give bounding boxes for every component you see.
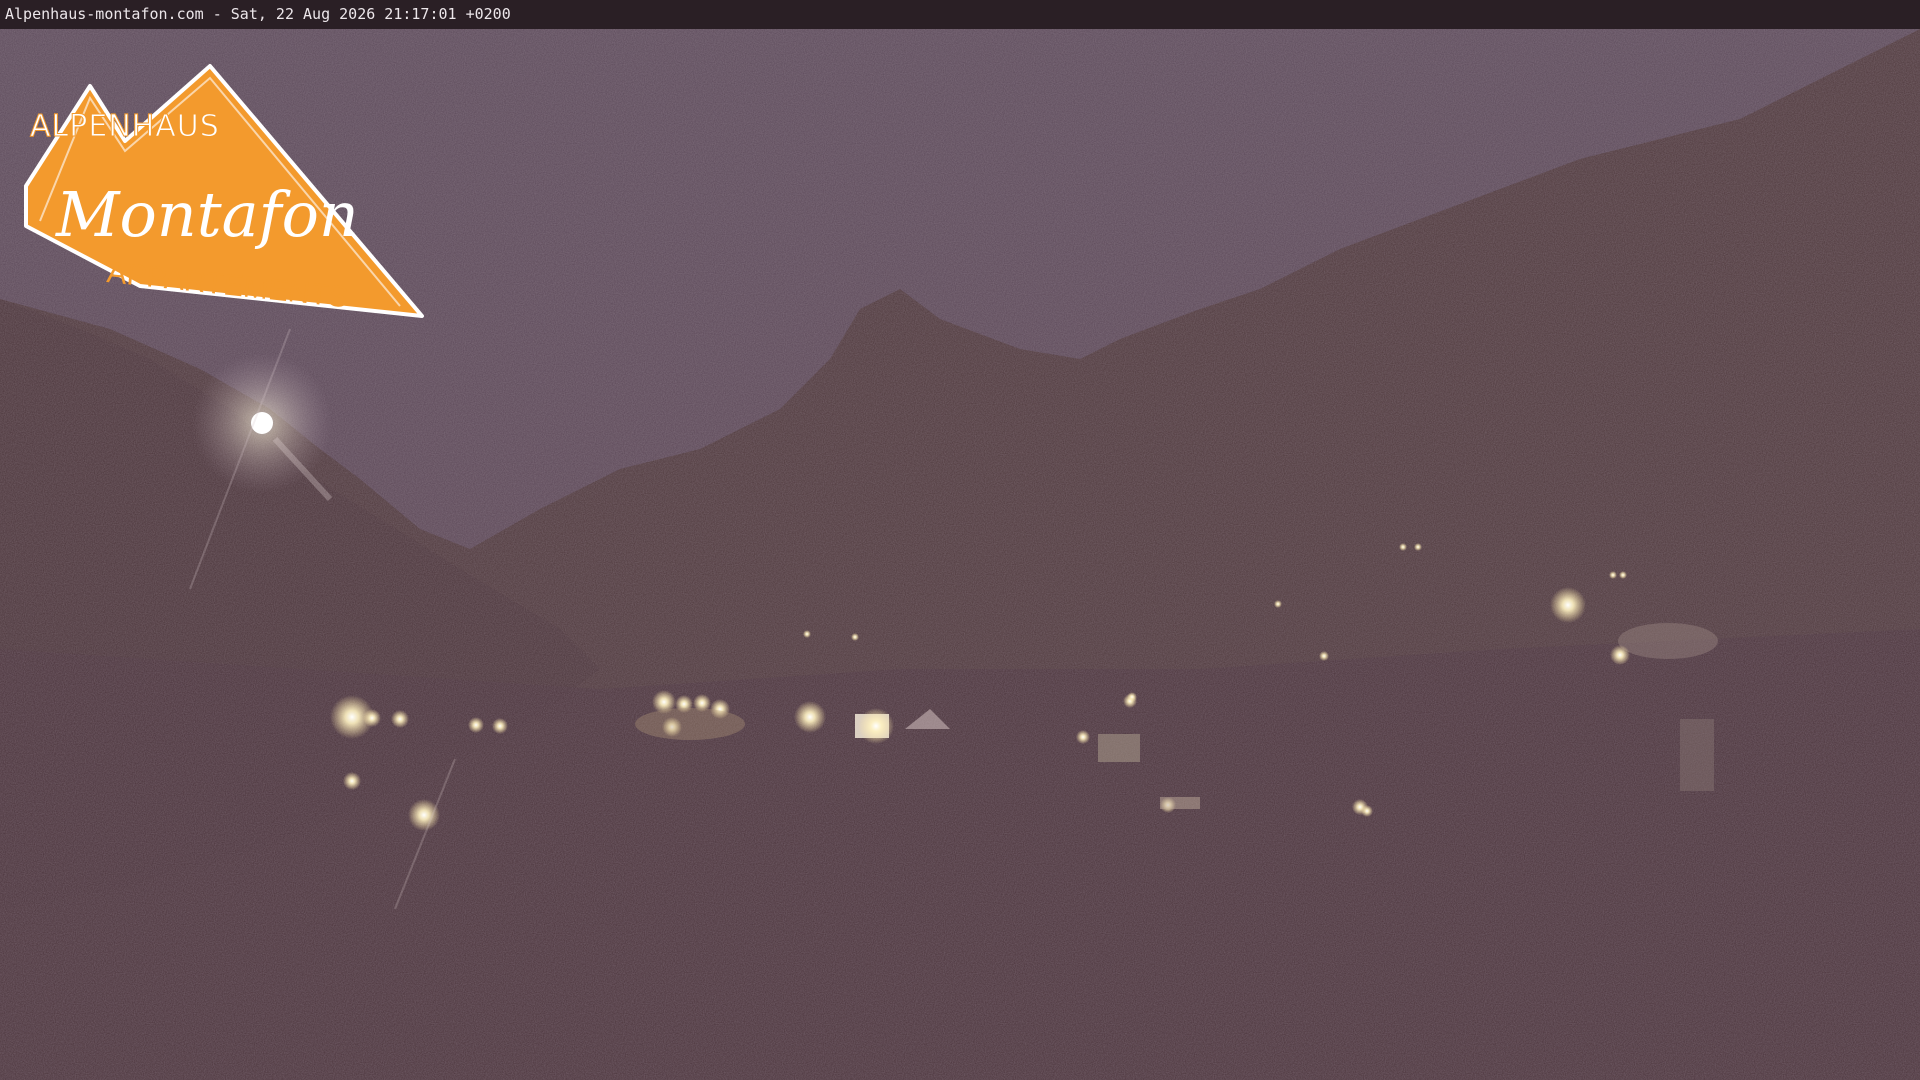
street-light [858, 708, 894, 744]
lit-building [1160, 797, 1200, 809]
lit-building [1098, 734, 1140, 762]
street-light [391, 710, 409, 728]
alpenhaus-montafon-logo: ALPENHAUS Montafon APPARTEMENTS [24, 64, 424, 318]
street-light [1414, 543, 1422, 551]
lit-area [1618, 623, 1718, 659]
street-light [363, 709, 381, 727]
logo-line1: ALPENHAUS [30, 109, 220, 144]
street-light [1274, 600, 1282, 608]
logo-line2: Montafon [55, 178, 359, 251]
street-light [468, 717, 484, 733]
lit-road-glow [635, 708, 745, 740]
lit-building [1680, 719, 1714, 791]
webcam-frame: Alpenhaus-montafon.com - Sat, 22 Aug 202… [0, 0, 1920, 1080]
timestamp-caption: Alpenhaus-montafon.com - Sat, 22 Aug 202… [0, 0, 1920, 29]
street-light [1610, 645, 1630, 665]
street-light [1550, 587, 1586, 623]
street-light [794, 701, 826, 733]
street-light [1609, 571, 1617, 579]
street-light [1361, 805, 1373, 817]
street-light [1399, 543, 1407, 551]
street-light [492, 718, 508, 734]
street-light [1619, 571, 1627, 579]
street-light [1319, 651, 1329, 661]
street-light [851, 633, 859, 641]
street-light [1076, 730, 1090, 744]
street-light [343, 772, 361, 790]
street-light [408, 799, 440, 831]
street-light [803, 630, 811, 638]
street-light [1127, 692, 1137, 702]
